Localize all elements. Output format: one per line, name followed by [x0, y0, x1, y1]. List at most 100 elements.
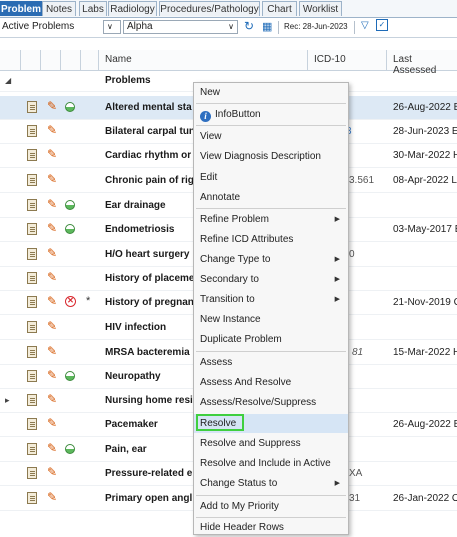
pencil-icon[interactable]: ✎ [47, 270, 57, 284]
note-icon[interactable] [27, 296, 37, 308]
menu-item-hide-header-rows[interactable]: Hide Header Rows [194, 518, 348, 537]
checkbox-icon[interactable]: ✓ [376, 19, 388, 31]
pencil-icon[interactable]: ✎ [47, 441, 57, 455]
last-assessed: 08-Apr-2022 Li [393, 175, 457, 186]
icd-code: 0 [349, 249, 355, 260]
last-assessed: 26-Jan-2022 O [393, 493, 457, 504]
menu-item-transition-to[interactable]: Transition to ▶ [194, 290, 348, 309]
menu-item-new[interactable]: New [194, 83, 348, 102]
note-icon[interactable] [27, 272, 37, 284]
pencil-icon[interactable]: ✎ [47, 344, 57, 358]
note-icon[interactable] [27, 418, 37, 430]
collapse-icon[interactable]: ◢ [5, 76, 11, 85]
menu-separator [196, 495, 346, 496]
problem-name: Ear drainage [105, 200, 166, 211]
menu-item-change-type-to[interactable]: Change Type to ▶ [194, 250, 348, 269]
grid-header: Name ICD-10 Last Assessed [0, 50, 457, 76]
note-icon[interactable] [27, 492, 37, 504]
sort-dropdown[interactable]: Alpha ∨ [123, 20, 238, 34]
status-half-circle-icon [65, 200, 75, 210]
info-icon: i [200, 111, 211, 122]
note-icon[interactable] [27, 321, 37, 333]
note-icon[interactable] [27, 467, 37, 479]
note-icon[interactable] [27, 149, 37, 161]
pencil-icon[interactable]: ✎ [47, 416, 57, 430]
pencil-icon[interactable]: ✎ [47, 368, 57, 382]
menu-item-assess-and-resolve[interactable]: Assess And Resolve [194, 373, 348, 392]
pencil-icon[interactable]: ✎ [47, 172, 57, 186]
pencil-icon[interactable]: ✎ [47, 319, 57, 333]
note-icon[interactable] [27, 443, 37, 455]
note-icon[interactable] [27, 394, 37, 406]
menu-separator [196, 208, 346, 209]
menu-item-resolve-and-suppress[interactable]: Resolve and Suppress [194, 434, 348, 453]
note-icon[interactable] [27, 346, 37, 358]
problem-name: Bilateral carpal tun [105, 126, 196, 137]
tab-problem[interactable]: Problem [0, 1, 42, 16]
refresh-icon[interactable]: ↻ [244, 19, 254, 33]
menu-item-add-to-my-priority[interactable]: Add to My Priority [194, 497, 348, 516]
menu-item-annotate[interactable]: Annotate [194, 188, 348, 207]
menu-separator [196, 125, 346, 126]
menu-item-infobutton[interactable]: i InfoButton [194, 105, 348, 124]
menu-item-change-status-to[interactable]: Change Status to ▶ [194, 474, 348, 493]
note-icon[interactable] [27, 199, 37, 211]
pencil-icon[interactable]: ✎ [47, 221, 57, 235]
problem-name: History of placeme [105, 273, 195, 284]
highlight-box [196, 414, 244, 431]
status-half-circle-icon [65, 444, 75, 454]
tab-notes[interactable]: Notes [42, 1, 76, 16]
tab-chart[interactable]: Chart [262, 1, 297, 16]
note-icon[interactable] [27, 174, 37, 186]
submenu-arrow-icon: ▶ [334, 296, 340, 303]
filter-funnel-icon[interactable]: ▽ [361, 20, 369, 31]
menu-item-resolve-and-include-in-active[interactable]: Resolve and Include in Active [194, 454, 348, 473]
note-icon[interactable] [27, 248, 37, 260]
pencil-icon[interactable]: ✎ [47, 246, 57, 260]
tab-bar: Problem Notes Labs Radiology Procedures/… [0, 0, 457, 18]
menu-item-resolve[interactable]: Resolve [194, 414, 348, 433]
hierarchy-icon[interactable]: ▦ [262, 20, 272, 33]
status-half-circle-icon [65, 371, 75, 381]
column-divider [386, 50, 387, 70]
problem-name: Neuropathy [105, 371, 161, 382]
column-divider [80, 50, 81, 70]
tab-radiology[interactable]: Radiology [108, 1, 157, 16]
menu-item-view-diagnosis-description[interactable]: View Diagnosis Description [194, 147, 348, 166]
pencil-icon[interactable]: ✎ [47, 392, 57, 406]
reconciliation-label: Rec: 28-Jun-2023 [284, 22, 348, 31]
menu-item-label: Refine Problem [200, 214, 269, 225]
tab-labs[interactable]: Labs [79, 1, 107, 16]
expand-arrow-icon[interactable]: ▸ [5, 395, 10, 406]
column-header-icd10[interactable]: ICD-10 [314, 54, 346, 65]
menu-item-view[interactable]: View [194, 127, 348, 146]
note-icon[interactable] [27, 370, 37, 382]
menu-item-assess[interactable]: Assess [194, 353, 348, 372]
problem-name: Pain, ear [105, 444, 147, 455]
pencil-icon[interactable]: ✎ [47, 147, 57, 161]
pencil-icon[interactable]: ✎ [47, 123, 57, 137]
menu-item-new-instance[interactable]: New Instance [194, 310, 348, 329]
note-icon[interactable] [27, 223, 37, 235]
pencil-icon[interactable]: ✎ [47, 197, 57, 211]
filter-dropdown[interactable]: ∨ [103, 20, 121, 34]
note-icon[interactable] [27, 101, 37, 113]
pencil-icon[interactable]: ✎ [47, 99, 57, 113]
tab-worklist[interactable]: Worklist [299, 1, 342, 16]
menu-item-secondary-to[interactable]: Secondary to ▶ [194, 270, 348, 289]
menu-item-refine-problem[interactable]: Refine Problem ▶ [194, 210, 348, 229]
menu-item-assess-resolve-suppress[interactable]: Assess/Resolve/Suppress [194, 393, 348, 412]
tab-procedures-pathology[interactable]: Procedures/Pathology [159, 1, 260, 16]
filter-label[interactable]: Active Problems [2, 21, 74, 32]
menu-item-edit[interactable]: Edit [194, 168, 348, 187]
note-icon[interactable] [27, 125, 37, 137]
pencil-icon[interactable]: ✎ [47, 294, 57, 308]
menu-item-refine-icd-attributes[interactable]: Refine ICD Attributes [194, 230, 348, 249]
pencil-icon[interactable]: ✎ [47, 465, 57, 479]
column-header-name[interactable]: Name [105, 54, 132, 65]
submenu-arrow-icon: ▶ [334, 276, 340, 283]
menu-item-duplicate-problem[interactable]: Duplicate Problem [194, 330, 348, 349]
cancel-circle-icon: ✕ [65, 296, 76, 307]
pencil-icon[interactable]: ✎ [47, 490, 57, 504]
last-assessed: 28-Jun-2023 Et [393, 126, 457, 137]
